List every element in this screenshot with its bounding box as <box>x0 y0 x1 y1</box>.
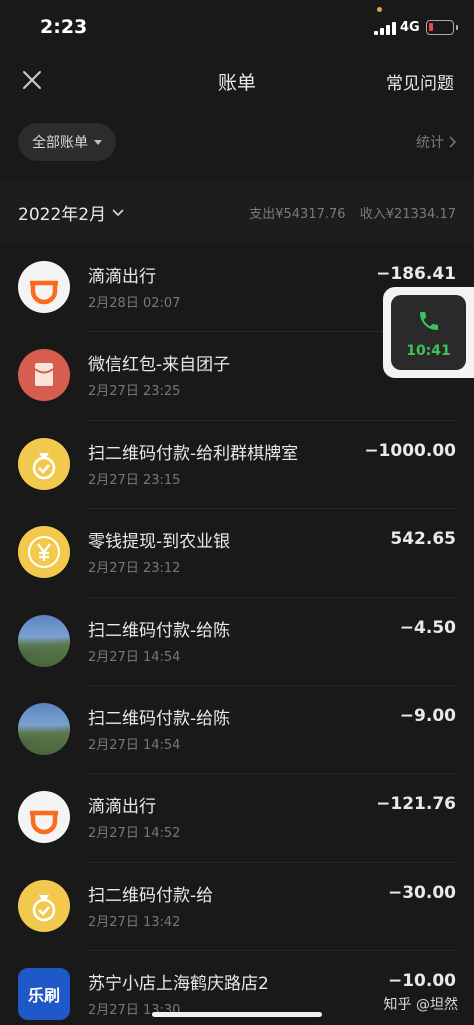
filter-row: 全部账单 统计 <box>0 120 474 164</box>
transaction-title: 零钱提现-到农业银 <box>88 532 231 553</box>
bill-filter-label: 全部账单 <box>32 135 88 151</box>
lesu-logo: 乐刷 <box>18 968 70 1021</box>
landscape-avatar <box>18 614 70 667</box>
money-bag-icon <box>18 437 70 490</box>
red-packet-icon <box>18 349 70 402</box>
nav-bar: 账单 常见问题 <box>0 58 474 104</box>
month-summary: 支出¥54317.76 收入¥21334.17 <box>249 203 456 222</box>
expense-total: 支出¥54317.76 <box>249 207 346 222</box>
transaction-row[interactable]: 扫二维码付款-给利群棋牌室 2月27日 23:15 −1000.00 <box>0 421 474 510</box>
transaction-time: 2月27日 13:42 <box>88 914 181 930</box>
call-widget: 10:41 <box>391 295 466 370</box>
didi-icon <box>18 261 70 313</box>
transaction-amount: −10.00 <box>387 971 456 992</box>
network-type: 4G <box>400 20 420 35</box>
transaction-amount: −9.00 <box>399 705 456 726</box>
close-icon[interactable] <box>20 68 44 92</box>
transaction-row[interactable]: 扫二维码付款-给陈 2月27日 14:54 −4.50 <box>0 598 474 686</box>
transaction-amount: −4.50 <box>399 617 456 638</box>
camera-indicator-icon <box>377 7 382 12</box>
transaction-amount: −1000.00 <box>364 440 456 461</box>
landscape-avatar <box>18 702 70 755</box>
transaction-title: 滴滴出行 <box>88 267 156 287</box>
didi-icon <box>18 791 70 844</box>
transaction-time: 2月27日 23:25 <box>88 384 181 400</box>
transaction-amount: 542.65 <box>390 529 456 550</box>
transaction-title: 微信红包-来自团子 <box>88 355 231 376</box>
month-bar: 2022年2月 支出¥54317.76 收入¥21334.17 <box>0 180 474 244</box>
transaction-time: 2月27日 14:52 <box>88 826 181 842</box>
transaction-row[interactable]: 滴滴出行 2月27日 14:52 −121.76 <box>0 774 474 863</box>
bill-filter-dropdown[interactable]: 全部账单 <box>18 123 116 161</box>
transaction-title: 扫二维码付款-给陈 <box>88 620 231 641</box>
signal-icon <box>374 22 396 35</box>
phone-icon <box>420 312 438 330</box>
transaction-amount: −30.00 <box>387 882 456 903</box>
transaction-time: 2月27日 14:54 <box>88 737 181 753</box>
transaction-amount: −186.41 <box>376 264 456 284</box>
money-bag-icon <box>18 879 70 932</box>
chevron-down-icon <box>112 208 124 216</box>
transaction-time: 2月27日 23:12 <box>88 561 181 577</box>
yen-coin-icon <box>18 526 70 579</box>
month-label: 2022年2月 <box>18 205 107 225</box>
transaction-amount: −121.76 <box>376 794 456 815</box>
status-bar: 2:23 4G <box>0 0 474 58</box>
chevron-right-icon <box>449 136 456 148</box>
watermark: 知乎 @坦然 <box>383 997 458 1013</box>
transaction-row[interactable]: 扫二维码付款-给 2月27日 13:42 −30.00 <box>0 863 474 952</box>
status-time: 2:23 <box>40 16 88 38</box>
caret-down-icon <box>94 139 102 145</box>
income-total: 收入¥21334.17 <box>359 207 456 222</box>
transaction-time: 2月27日 23:15 <box>88 472 181 488</box>
transaction-title: 苏宁小店上海鹤庆路店2 <box>88 974 269 995</box>
transaction-row[interactable]: 零钱提现-到农业银 2月27日 23:12 542.65 <box>0 509 474 598</box>
call-floating-window[interactable]: 10:41 <box>383 287 474 378</box>
stats-link[interactable]: 统计 <box>416 132 456 152</box>
help-link[interactable]: 常见问题 <box>386 69 454 94</box>
transaction-title: 扫二维码付款-给 <box>88 885 214 906</box>
transaction-time: 2月28日 02:07 <box>88 296 181 311</box>
call-duration: 10:41 <box>406 343 451 359</box>
home-indicator[interactable] <box>152 1012 322 1017</box>
transaction-time: 2月27日 14:54 <box>88 649 181 665</box>
transaction-title: 滴滴出行 <box>88 797 156 818</box>
month-selector[interactable]: 2022年2月 <box>18 200 124 225</box>
stats-label: 统计 <box>416 135 444 151</box>
transaction-title: 扫二维码付款-给陈 <box>88 708 231 729</box>
transaction-row[interactable]: 扫二维码付款-给陈 2月27日 14:54 −9.00 <box>0 686 474 775</box>
transaction-title: 扫二维码付款-给利群棋牌室 <box>88 443 299 464</box>
battery-icon <box>426 20 458 35</box>
